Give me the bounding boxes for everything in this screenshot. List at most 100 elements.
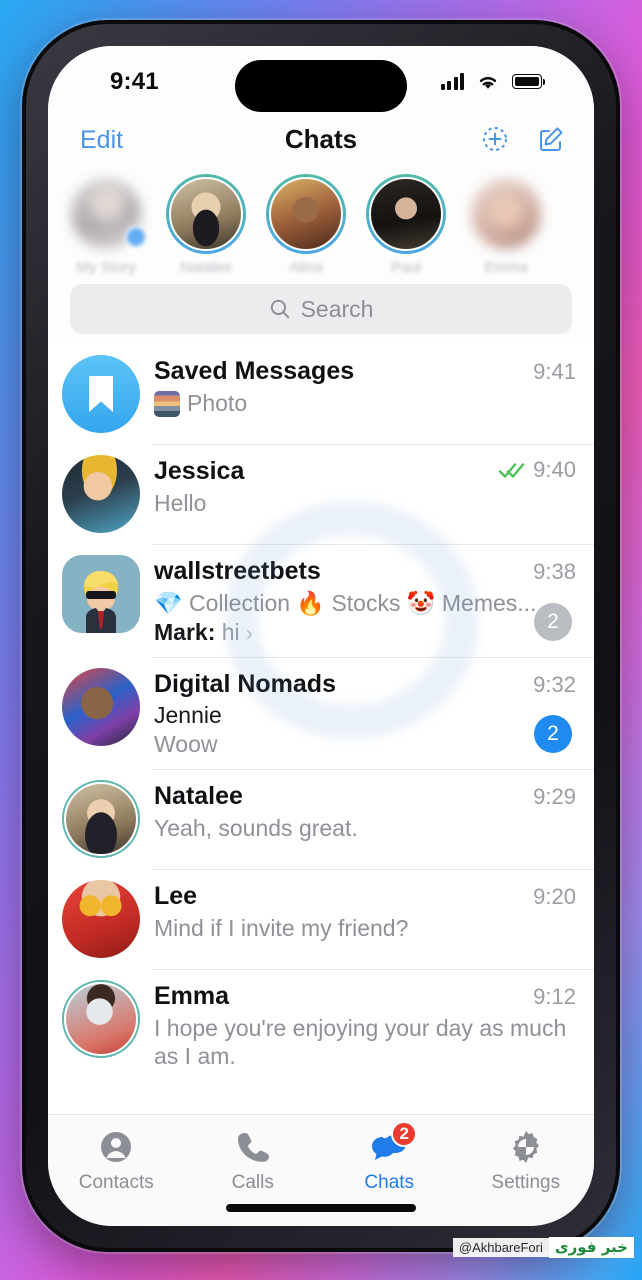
nav-actions <box>480 124 566 154</box>
chat-preview: Mind if I invite my friend? <box>154 915 409 942</box>
tab-label: Calls <box>231 1172 274 1193</box>
list-item-body: Jessica 9:40 Hello <box>154 455 576 533</box>
photo-thumbnail-icon <box>154 391 180 417</box>
story-ring <box>166 174 246 254</box>
tab-calls[interactable]: Calls <box>185 1127 322 1194</box>
navigation-bar: Edit Chats <box>48 114 594 170</box>
list-item-body: Digital Nomads 9:32 Jennie Woow <box>154 668 576 758</box>
story-label: Natalee <box>180 259 232 276</box>
compose-icon[interactable] <box>536 124 566 154</box>
page-title: Chats <box>284 124 358 154</box>
list-item-body: wallstreetbets 9:38 💎 Collection 🔥 Stock… <box>154 555 576 646</box>
chat-preview: Photo <box>154 389 576 417</box>
avatar-illustration <box>62 555 140 633</box>
chat-title: Digital Nomads <box>154 670 336 699</box>
story-item-alina[interactable]: Alina <box>256 174 356 276</box>
list-item-body: Lee 9:20 Mind if I invite my friend? <box>154 880 576 958</box>
chat-preview: Hello <box>154 490 207 516</box>
list-item-header: Lee 9:20 <box>154 882 576 911</box>
avatar <box>62 555 140 633</box>
list-item[interactable]: Lee 9:20 Mind if I invite my friend? <box>48 869 594 969</box>
story-label: Paul <box>390 259 422 276</box>
list-item[interactable]: Natalee 9:29 Yeah, sounds great. <box>48 769 594 869</box>
gear-icon <box>506 1127 546 1167</box>
status-indicators <box>440 70 546 92</box>
wifi-icon <box>475 70 501 92</box>
home-indicator[interactable] <box>226 1204 416 1212</box>
story-ring <box>466 174 546 254</box>
chat-title: Emma <box>154 982 230 1011</box>
timestamp: 9:32 <box>533 672 576 698</box>
list-item-body: Emma 9:12 I hope you're enjoying your da… <box>154 980 576 1070</box>
list-item-body: Saved Messages 9:41 Photo <box>154 355 576 433</box>
chat-preview: Woow <box>154 731 218 758</box>
chat-title: Jessica <box>154 457 245 485</box>
avatar <box>62 980 140 1059</box>
avatar <box>369 177 443 251</box>
tab-label: Chats <box>364 1172 415 1193</box>
list-item[interactable]: Jessica 9:40 Hello <box>48 444 594 544</box>
chat-title: wallstreetbets <box>154 557 321 585</box>
status-bar: 9:41 <box>48 46 594 114</box>
tab-label: Contacts <box>78 1172 154 1193</box>
search-input[interactable]: Search <box>70 284 572 334</box>
story-item-natalee[interactable]: Natalee <box>156 174 256 276</box>
search-icon <box>269 298 291 320</box>
list-item-header: Emma 9:12 <box>154 982 576 1011</box>
source-watermark: @AkhbareFori خبر فوری <box>452 1237 634 1258</box>
watermark-logo: خبر فوری <box>548 1237 634 1258</box>
chat-title: Saved Messages <box>154 357 355 385</box>
preview-sender: Jennie <box>154 702 222 729</box>
tab-contacts[interactable]: Contacts <box>48 1127 185 1194</box>
phone-screen: 9:41 Edit Chats My Story Natalee Alina P… <box>48 46 594 1226</box>
list-item-meta: 9:38 <box>523 559 576 585</box>
bookmark-icon <box>89 376 113 412</box>
avatar <box>269 177 343 251</box>
avatar <box>169 177 243 251</box>
dynamic-island <box>235 60 407 112</box>
story-label: Emma <box>484 259 528 276</box>
list-item-header: wallstreetbets 9:38 <box>154 557 576 586</box>
add-story-icon[interactable] <box>480 124 510 154</box>
list-item[interactable]: Saved Messages 9:41 Photo <box>48 344 594 444</box>
tab-settings[interactable]: Settings <box>458 1127 595 1194</box>
story-ring <box>366 174 446 254</box>
list-item-header: Digital Nomads 9:32 <box>154 670 576 699</box>
phone-icon <box>233 1127 273 1167</box>
chevron-right-icon: › <box>246 623 253 646</box>
tab-chats[interactable]: 2 Chats <box>321 1121 458 1194</box>
tab-label: Settings <box>491 1172 561 1193</box>
preview-sender: Mark: <box>154 619 216 646</box>
avatar <box>62 455 140 533</box>
list-item-body: Natalee 9:29 Yeah, sounds great. <box>154 780 576 858</box>
list-item[interactable]: Emma 9:12 I hope you're enjoying your da… <box>48 969 594 1081</box>
chat-bubbles-icon: 2 <box>369 1121 418 1167</box>
battery-icon <box>512 73 546 89</box>
story-ring <box>66 174 147 254</box>
cellular-signal-icon <box>440 72 464 90</box>
timestamp: 9:12 <box>533 984 576 1010</box>
story-label: My Story <box>76 259 136 276</box>
timestamp: 9:40 <box>533 457 576 482</box>
list-item[interactable]: Digital Nomads 9:32 Jennie Woow 2 <box>48 657 594 769</box>
story-ring <box>266 174 346 254</box>
search-placeholder: Search <box>300 295 374 322</box>
unread-badge: 2 <box>534 603 572 642</box>
chat-preview: I hope you're enjoying your day as much … <box>154 1015 567 1070</box>
add-story-plus-icon[interactable] <box>125 226 147 248</box>
list-item-meta: 9:41 <box>523 359 576 385</box>
list-item-meta: 9:40 <box>488 457 576 483</box>
story-item-emma[interactable]: Emma <box>456 174 556 276</box>
story-item-my-story[interactable]: My Story <box>56 174 156 276</box>
edit-button[interactable]: Edit <box>80 126 123 155</box>
story-item-paul[interactable]: Paul <box>356 174 456 276</box>
list-item[interactable]: wallstreetbets 9:38 💎 Collection 🔥 Stock… <box>48 544 594 657</box>
list-item-header: Jessica 9:40 <box>154 457 576 486</box>
chat-title: Natalee <box>154 782 243 811</box>
read-receipt-icon <box>498 461 526 479</box>
contacts-icon <box>96 1127 136 1167</box>
story-label: Alina <box>289 259 323 276</box>
timestamp: 9:20 <box>533 884 576 910</box>
list-item-meta: 9:12 <box>523 984 576 1010</box>
stories-row: My Story Natalee Alina Paul Emma <box>48 170 594 282</box>
